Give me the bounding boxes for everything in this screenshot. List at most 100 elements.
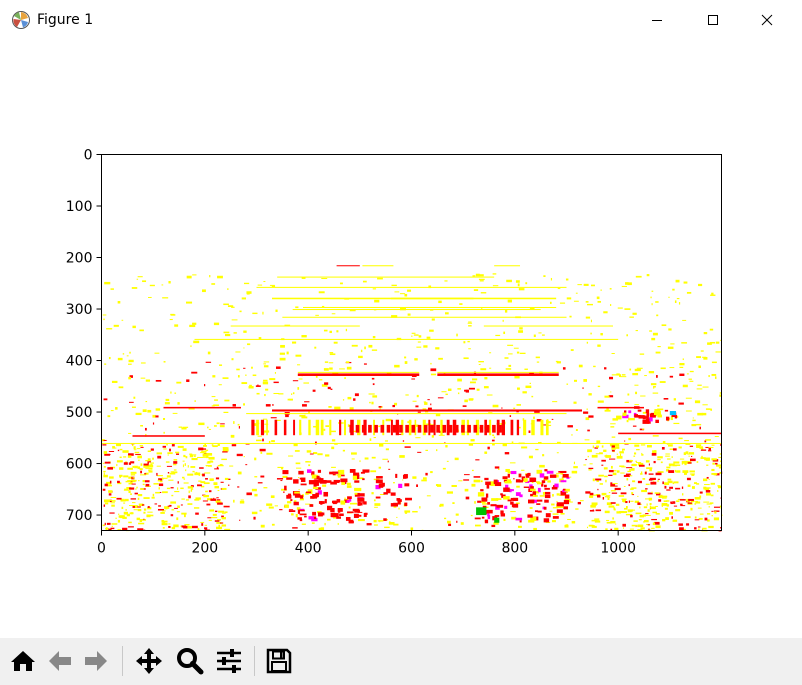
image-pixel-block [192, 322, 197, 325]
figure-canvas[interactable]: 0 200 400 600 800 1000 0 100 200 300 400 500 600 700 [0, 40, 802, 638]
image-pixel-block [117, 480, 120, 484]
image-pixel-block [513, 407, 516, 409]
image-pixel-block [371, 349, 378, 351]
zoom-button[interactable] [174, 644, 206, 678]
configure-subplots-button[interactable] [213, 644, 245, 678]
image-pixel-block [535, 356, 540, 359]
maximize-button[interactable] [690, 0, 736, 40]
image-pixel-block [484, 451, 488, 454]
image-pixel-block [154, 503, 158, 505]
image-pixel-block [591, 525, 597, 528]
image-pixel-block [642, 428, 645, 430]
image-pixel-block [162, 445, 167, 448]
image-pixel-block [171, 444, 175, 447]
image-pixel-block [694, 527, 697, 530]
close-button[interactable] [744, 0, 790, 40]
image-pixel-block [477, 500, 482, 503]
image-pixel-block [191, 525, 198, 529]
image-pixel-block [306, 450, 312, 453]
image-pixel-block [710, 494, 714, 497]
image-pixel-block [129, 505, 135, 507]
image-pixel-block [639, 353, 645, 355]
image-pixel-block [211, 444, 214, 446]
image-pixel-block [704, 440, 707, 443]
image-pixel-block [292, 392, 295, 395]
image-pixel-block [476, 507, 487, 516]
image-pixel-block [115, 407, 118, 410]
image-pixel-block [645, 418, 650, 423]
image-pixel-block [260, 451, 263, 454]
image-pixel-block [513, 497, 519, 501]
image-pixel-block [385, 448, 389, 451]
image-pixel-block [536, 482, 542, 485]
image-plot[interactable]: 0 200 400 600 800 1000 0100200300400500600700 [0, 40, 802, 638]
image-pixel-block [188, 495, 191, 499]
image-pixel-block [537, 487, 541, 493]
image-pixel-block [190, 489, 193, 492]
image-pixel-block [274, 505, 279, 507]
image-pixel-block [657, 459, 661, 461]
image-pixel-block [398, 483, 403, 488]
image-pixel-block [534, 510, 539, 513]
image-pixel-block [590, 525, 595, 527]
image-pixel-block [260, 524, 265, 528]
image-pixel-block [404, 361, 408, 364]
image-pixel-block [145, 467, 150, 469]
image-pixel-block [692, 419, 696, 422]
image-pixel-block [208, 490, 212, 493]
image-pixel-block [492, 285, 499, 287]
image-pixel-block [708, 450, 712, 452]
image-pixel-block [233, 421, 235, 424]
image-pixel-block [270, 417, 277, 419]
image-pixel-block [484, 377, 488, 380]
image-pixel-block [492, 404, 499, 408]
image-pixel-block [294, 450, 300, 452]
image-pixel-block [217, 275, 223, 279]
image-pixel-block [323, 329, 328, 332]
image-pixel-block [396, 516, 398, 518]
image-pixel-block [569, 315, 572, 318]
image-pixel-block [657, 414, 662, 418]
image-pixel-block [704, 457, 710, 461]
image-pixel-block [616, 470, 620, 473]
image-pixel-block [515, 280, 520, 283]
image-pixel-block [504, 505, 508, 509]
image-pixel-block [464, 488, 469, 492]
image-pixel-block [410, 527, 414, 531]
image-pixel-block [357, 497, 365, 502]
image-pixel-block [626, 467, 633, 469]
image-pixel-block [634, 384, 639, 386]
image-pixel-block [265, 404, 271, 407]
image-pixel-block [208, 456, 215, 460]
home-button[interactable] [7, 644, 39, 678]
image-pixel-block [102, 488, 106, 491]
minimize-button[interactable] [634, 0, 680, 40]
image-pixel-block [652, 511, 657, 514]
image-pixel-block [252, 374, 257, 377]
image-pixel-block [185, 469, 187, 472]
image-pixel-block [596, 440, 601, 444]
image-pixel-block [428, 419, 431, 436]
image-pixel-block [632, 372, 639, 376]
image-pixel-block [198, 480, 202, 482]
navigation-toolbar [0, 638, 802, 685]
image-pixel-block [279, 509, 283, 511]
image-pixel-block [408, 419, 412, 436]
image-pixel-block [391, 284, 397, 287]
image-pixel-block [618, 432, 722, 435]
save-button[interactable] [263, 644, 295, 678]
image-pixel-block [502, 319, 504, 322]
image-pixel-block [251, 511, 258, 515]
back-button[interactable] [44, 644, 76, 678]
image-pixel-block [143, 465, 150, 468]
image-pixel-block [472, 378, 478, 381]
forward-button[interactable] [80, 644, 112, 678]
pan-button[interactable] [133, 644, 165, 678]
window-titlebar[interactable]: Figure 1 [0, 0, 802, 40]
image-pixel-block [473, 289, 479, 291]
image-pixel-block [530, 488, 536, 491]
close-icon [761, 14, 773, 26]
image-pixel-block [632, 425, 637, 427]
image-pixel-block [436, 424, 440, 433]
image-pixel-block [162, 418, 166, 420]
